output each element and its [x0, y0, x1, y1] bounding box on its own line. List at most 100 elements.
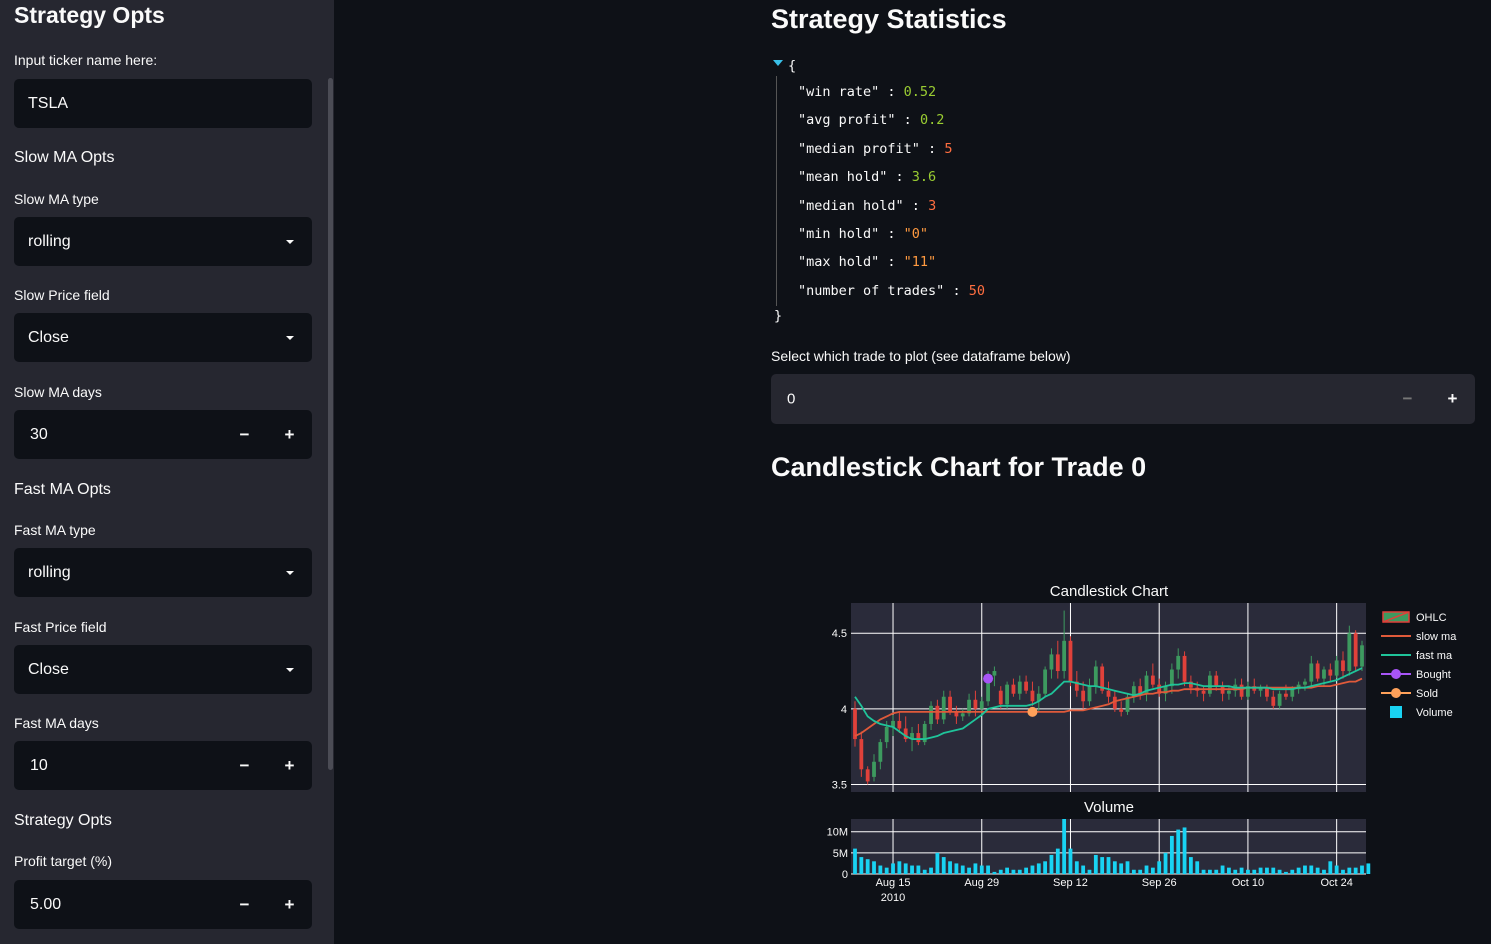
- volume-bar: [1322, 869, 1326, 874]
- legend-label: OHLC: [1416, 612, 1447, 624]
- volume-bar: [872, 861, 876, 874]
- decrement-button[interactable]: −: [222, 880, 267, 929]
- increment-button[interactable]: +: [267, 880, 312, 929]
- sidebar-scrollbar[interactable]: [328, 78, 333, 770]
- candle-body: [1271, 696, 1276, 706]
- y-tick-label: 0: [842, 869, 848, 881]
- slow-ma-days-value: 30: [30, 425, 48, 443]
- candle-body: [1341, 660, 1345, 672]
- volume-bar: [1081, 865, 1086, 874]
- json-key: "mean hold": [798, 169, 888, 186]
- volume-bar: [1214, 869, 1219, 874]
- legend-label: fast ma: [1416, 650, 1453, 662]
- json-value: 50: [968, 282, 985, 299]
- volume-bar: [1150, 867, 1155, 874]
- candle-body: [1081, 690, 1086, 702]
- volume-bar: [998, 869, 1003, 874]
- candle-body: [897, 720, 902, 729]
- volume-bar: [1207, 869, 1212, 874]
- profit-target-input[interactable]: 5.00: [14, 880, 222, 929]
- volume-bar: [1119, 863, 1124, 874]
- fast-ma-type-label: Fast MA type: [14, 522, 96, 538]
- candle-body: [1207, 675, 1212, 694]
- slow-ma-days-stepper: 30 − +: [14, 410, 312, 459]
- candle-body: [998, 690, 1003, 705]
- fast-price-select[interactable]: Close: [14, 645, 312, 694]
- candle-body: [1150, 675, 1155, 685]
- candle-body: [1277, 693, 1282, 706]
- volume-bar: [948, 861, 952, 874]
- slow-price-select[interactable]: Close: [14, 313, 312, 362]
- increment-button[interactable]: +: [267, 410, 312, 459]
- legend-bar-swatch: [1390, 706, 1402, 718]
- volume-bar: [1233, 869, 1238, 874]
- json-value: "0": [903, 226, 929, 242]
- slow-price-value: Close: [28, 328, 69, 346]
- volume-bar: [960, 865, 965, 874]
- json-row: "median hold" : 3: [798, 198, 936, 214]
- candle-body: [1062, 640, 1067, 672]
- candle-body: [1227, 690, 1231, 694]
- volume-bar: [859, 857, 864, 874]
- json-row: "min hold" : "0": [798, 226, 928, 242]
- chevron-down-icon: [286, 668, 294, 672]
- json-value: 3.6: [911, 169, 937, 186]
- json-key: "number of trades": [798, 282, 945, 299]
- volume-bar: [903, 863, 908, 874]
- volume-bar: [1239, 867, 1244, 874]
- volume-bar: [1195, 861, 1200, 874]
- candle-body: [941, 696, 946, 720]
- collapse-toggle-icon[interactable]: [773, 60, 783, 66]
- volume-bar: [1005, 867, 1010, 874]
- legend-label: Bought: [1416, 669, 1451, 681]
- json-colon: :: [887, 169, 912, 186]
- candle-body: [1290, 689, 1295, 697]
- candle-body: [1043, 669, 1048, 694]
- decrement-button[interactable]: −: [1385, 374, 1430, 424]
- slow-ma-type-select[interactable]: rolling: [14, 217, 312, 266]
- strategy-section-title: Strategy Opts: [14, 812, 112, 829]
- volume-bar: [878, 865, 883, 874]
- candle-body: [1093, 666, 1098, 687]
- json-colon: :: [903, 197, 929, 214]
- candle-body: [1303, 681, 1307, 685]
- candle-body: [1011, 684, 1016, 694]
- volume-bar: [1220, 865, 1225, 874]
- candlestick-chart[interactable]: Candlestick Chart 3.544.5 Volume 05M10M …: [771, 570, 1475, 915]
- stats-title: Strategy Statistics: [771, 4, 1007, 34]
- stats-json-viewer: { "win rate" : 0.52 "avg profit" : 0.2 "me…: [771, 56, 1071, 326]
- profit-target-label: Profit target (%): [14, 853, 113, 869]
- volume-bar: [1144, 865, 1149, 874]
- slow-ma-days-input[interactable]: 30: [14, 410, 222, 459]
- volume-bar: [1138, 869, 1143, 874]
- volume-bar: [1252, 869, 1257, 874]
- slow-ma-section-title: Slow MA Opts: [14, 149, 115, 166]
- volume-bar: [986, 865, 990, 874]
- volume-bar: [1131, 869, 1136, 874]
- y-tick-label: 5M: [833, 848, 848, 860]
- json-key: "max hold": [798, 254, 880, 271]
- volume-bar: [922, 869, 927, 874]
- increment-button[interactable]: +: [1430, 374, 1475, 424]
- trade-number-value[interactable]: 0: [787, 391, 795, 408]
- legend-label: Sold: [1416, 688, 1438, 700]
- candle-body: [1106, 690, 1111, 697]
- slow-price-label: Slow Price field: [14, 287, 110, 303]
- volume-bar: [853, 848, 857, 874]
- increment-button[interactable]: +: [267, 741, 312, 790]
- volume-bar: [1201, 869, 1206, 874]
- fast-ma-type-select[interactable]: rolling: [14, 548, 312, 597]
- decrement-button[interactable]: −: [222, 410, 267, 459]
- json-key: "min hold": [798, 226, 880, 242]
- volume-bar: [1347, 867, 1352, 874]
- ticker-input[interactable]: TSLA: [14, 79, 312, 128]
- fast-ma-days-input[interactable]: 10: [14, 741, 222, 790]
- trade-number-stepper: 0 − +: [771, 374, 1475, 424]
- candle-body: [1005, 684, 1010, 705]
- volume-bar: [884, 867, 889, 874]
- json-close-brace: }: [774, 308, 783, 324]
- decrement-button[interactable]: −: [222, 741, 267, 790]
- x-tick-label: Aug 15: [876, 877, 911, 889]
- json-value: 3: [928, 197, 937, 214]
- profit-target-stepper: 5.00 − +: [14, 880, 312, 929]
